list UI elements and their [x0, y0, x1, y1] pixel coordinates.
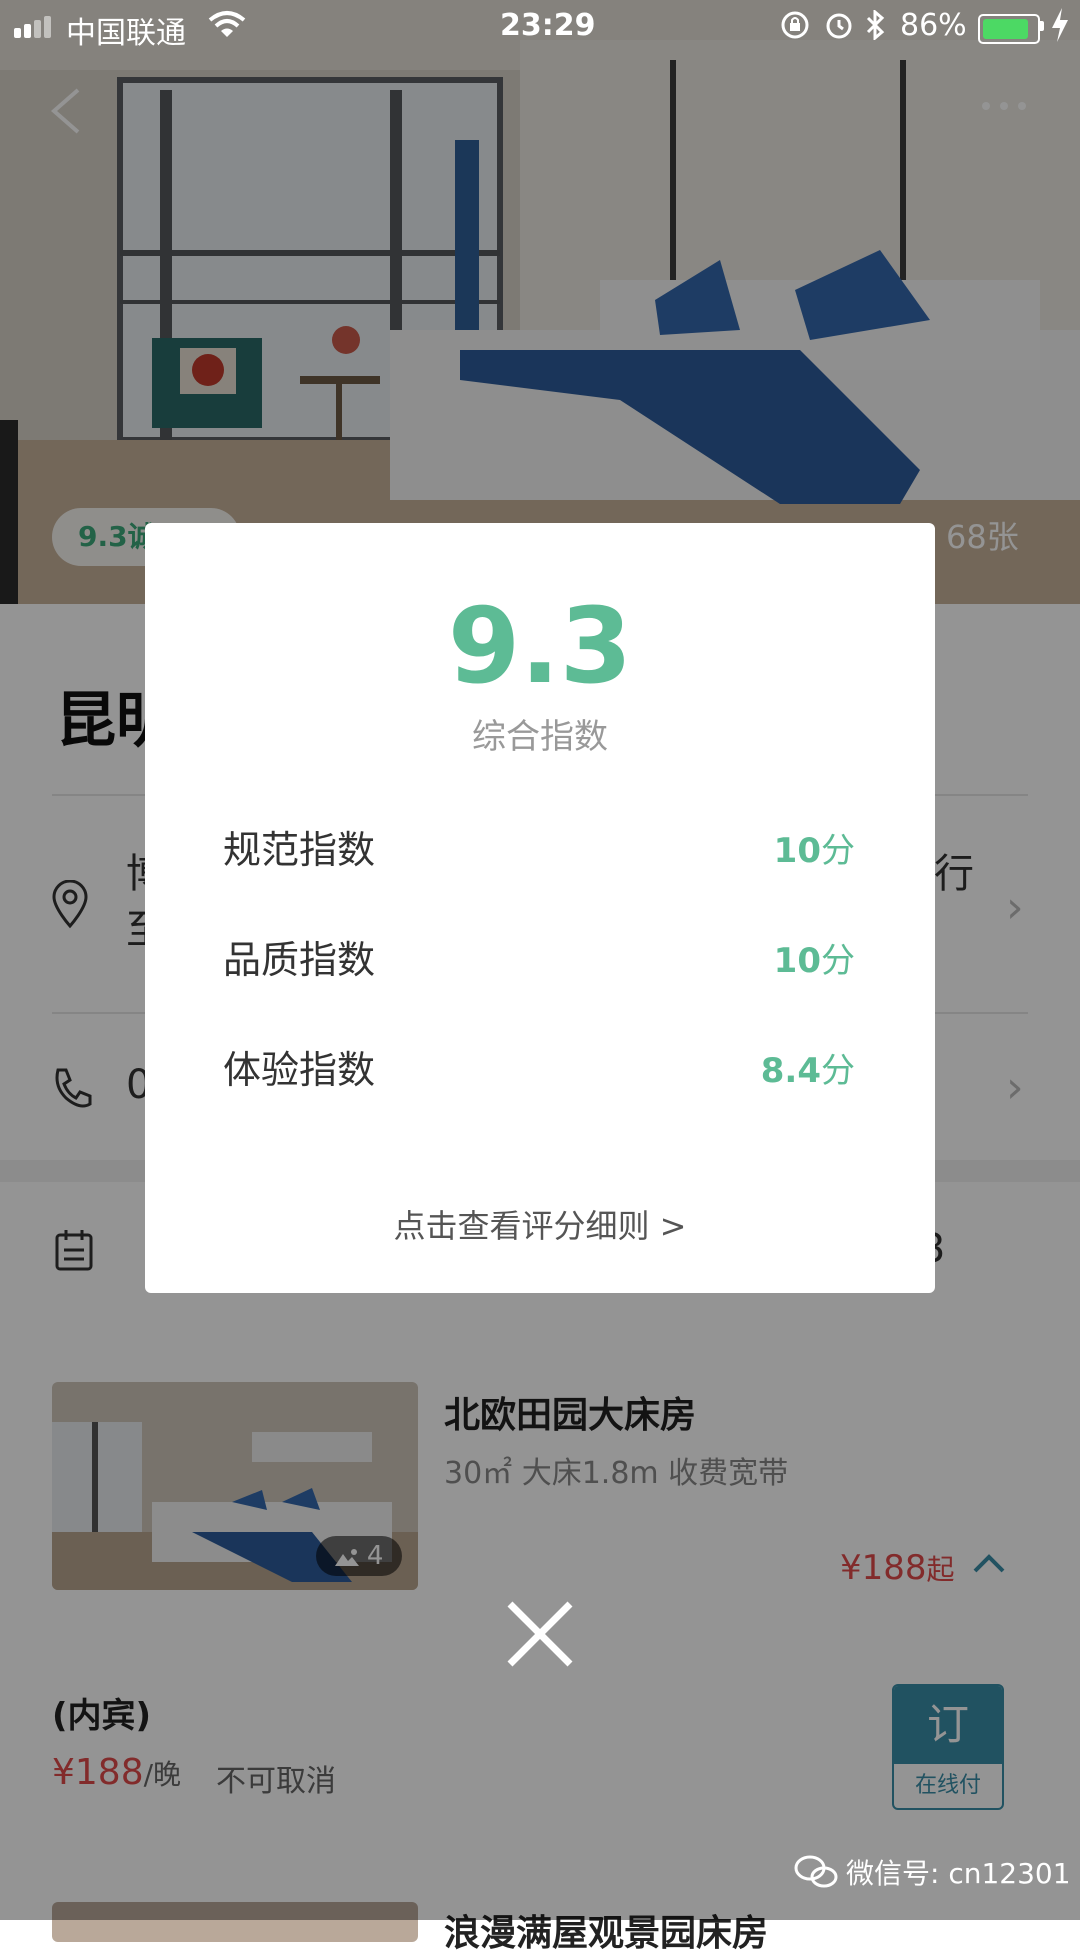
charging-icon: [1052, 8, 1068, 42]
score-unit: 分: [821, 1051, 855, 1091]
bluetooth-icon: [866, 10, 885, 40]
signal-icon: [14, 16, 51, 38]
watermark-text: 微信号: cn12301: [846, 1857, 1071, 1890]
battery-tip: [1040, 21, 1044, 31]
score-value: 8.4: [760, 1051, 821, 1091]
score-unit: 分: [821, 941, 855, 981]
score-rules-link[interactable]: 点击查看评分细则 >: [145, 1201, 935, 1247]
wifi-icon: [208, 11, 246, 37]
battery-level: [983, 19, 1028, 39]
battery-percent: 86%: [900, 8, 967, 43]
overall-score-label: 综合指数: [472, 717, 608, 757]
score-row-label: 品质指数: [223, 938, 376, 982]
status-bar: 中国联通 23:29 86%: [0, 0, 1080, 54]
wechat-icon: [794, 1855, 838, 1888]
score-value: 10: [773, 831, 821, 871]
score-row-label: 规范指数: [223, 828, 376, 872]
score-value: 10: [773, 941, 821, 981]
battery-icon: [978, 14, 1040, 44]
watermark: 微信号: cn12301: [794, 1852, 1071, 1892]
alarm-icon: [826, 13, 852, 39]
close-icon[interactable]: [504, 1598, 576, 1670]
rotation-lock-icon: [781, 11, 809, 39]
score-modal: 9.3 综合指数 规范指数 10分 品质指数 10分 体验指数 8.4分 点击查…: [145, 523, 935, 1293]
score-row-value: 10分: [774, 823, 855, 872]
score-unit: 分: [821, 831, 855, 871]
score-row-label: 体验指数: [223, 1048, 376, 1092]
score-row-value: 8.4分: [761, 1043, 855, 1092]
overall-score: 9.3: [447, 585, 633, 707]
score-row-value: 10分: [774, 933, 855, 982]
carrier-label: 中国联通: [66, 16, 186, 51]
clock: 23:29: [500, 8, 596, 43]
